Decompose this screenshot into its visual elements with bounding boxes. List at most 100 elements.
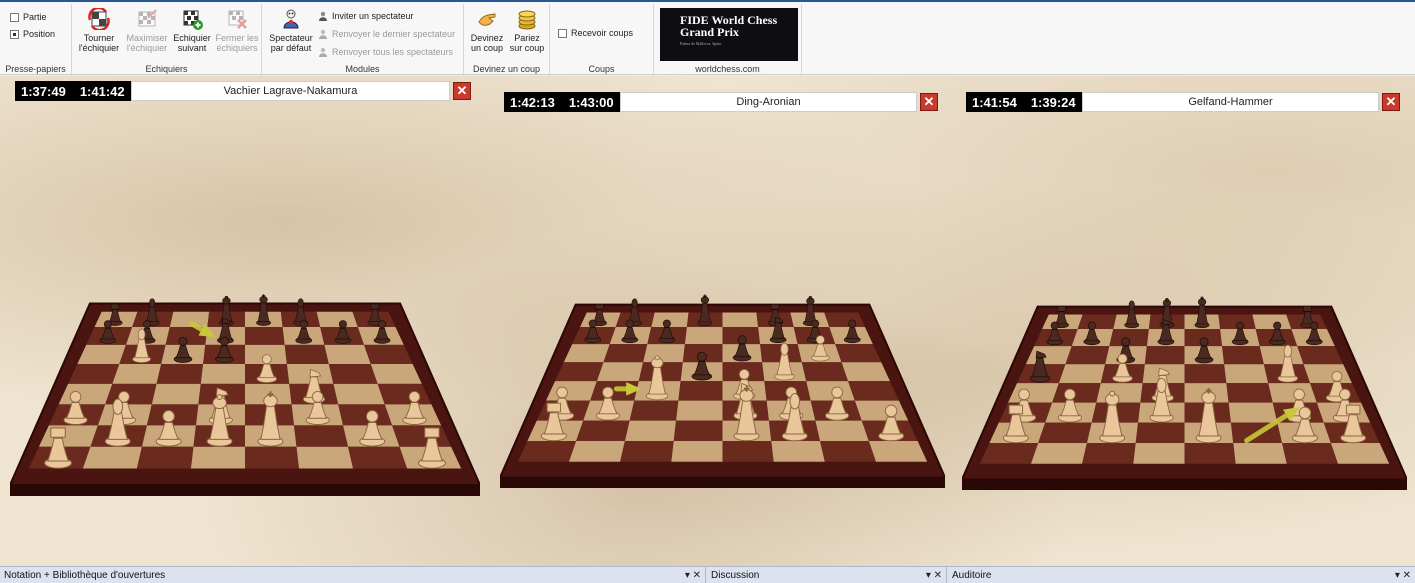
board-square[interactable] bbox=[1144, 346, 1185, 365]
board-1-close-button[interactable]: ✕ bbox=[453, 82, 471, 100]
notation-panel-tab[interactable]: Notation + Bibliothèque d'ouvertures ▾ ✕ bbox=[0, 567, 706, 583]
board-square[interactable] bbox=[105, 383, 157, 405]
board-square[interactable] bbox=[603, 344, 648, 363]
board-square[interactable] bbox=[136, 446, 194, 469]
board-square[interactable] bbox=[392, 425, 452, 447]
board-square[interactable] bbox=[1135, 422, 1185, 444]
board-3-chessboard[interactable] bbox=[962, 228, 1407, 490]
board-square[interactable] bbox=[190, 446, 245, 469]
next-board-button[interactable]: Echiquier suivant bbox=[170, 8, 214, 53]
board-square[interactable] bbox=[1222, 346, 1264, 365]
copy-position-option[interactable]: Position bbox=[10, 29, 55, 39]
board-square[interactable] bbox=[324, 344, 371, 365]
board-square[interactable] bbox=[112, 364, 162, 384]
board-square[interactable] bbox=[1038, 422, 1092, 444]
discussion-panel-tab[interactable]: Discussion ▾ ✕ bbox=[707, 567, 947, 583]
board-square[interactable] bbox=[1330, 443, 1390, 464]
board-square[interactable] bbox=[1096, 383, 1143, 403]
board-square[interactable] bbox=[338, 404, 393, 426]
board-square[interactable] bbox=[316, 311, 358, 328]
close-boards-button[interactable]: Fermer les échiquiers bbox=[214, 8, 260, 53]
board-square[interactable] bbox=[1052, 383, 1101, 403]
discussion-panel-controls[interactable]: ▾ ✕ bbox=[926, 570, 942, 581]
board-square[interactable] bbox=[1268, 383, 1317, 403]
invite-spectator-button[interactable]: Inviter un spectateur bbox=[318, 11, 414, 21]
board-1-chessboard[interactable] bbox=[10, 221, 480, 496]
board-square[interactable] bbox=[722, 312, 759, 328]
board-2-clock: 1:42:13 1:43:00 bbox=[504, 92, 620, 112]
board-square[interactable] bbox=[820, 441, 877, 462]
board-square[interactable] bbox=[629, 400, 679, 421]
board-square[interactable] bbox=[568, 441, 625, 462]
board-square[interactable] bbox=[38, 425, 98, 447]
board-square[interactable] bbox=[1058, 364, 1106, 384]
board-square[interactable] bbox=[1184, 443, 1236, 464]
board-square[interactable] bbox=[868, 441, 928, 462]
send-all-spectators-button[interactable]: Renvoyer tous les spectateurs bbox=[318, 47, 453, 57]
board-square[interactable] bbox=[979, 443, 1039, 464]
board-square[interactable] bbox=[576, 420, 630, 442]
board-square[interactable] bbox=[854, 400, 909, 421]
board-square[interactable] bbox=[1030, 443, 1087, 464]
board-square[interactable] bbox=[517, 441, 577, 462]
board-square[interactable] bbox=[1184, 364, 1227, 384]
copy-game-option[interactable]: Partie bbox=[10, 12, 47, 22]
board-square[interactable] bbox=[596, 362, 644, 382]
guess-move-button[interactable]: Devinez un coup bbox=[467, 8, 507, 53]
board-square[interactable] bbox=[82, 446, 142, 469]
flip-board-button[interactable]: Tourner l'échiquier bbox=[76, 8, 122, 53]
board-2-chessboard[interactable] bbox=[500, 226, 945, 488]
board-square[interactable] bbox=[771, 441, 825, 462]
board-square[interactable] bbox=[1233, 443, 1287, 464]
audience-panel-controls[interactable]: ▾ ✕ bbox=[1395, 570, 1411, 581]
board-square[interactable] bbox=[296, 446, 354, 469]
board-square[interactable] bbox=[284, 344, 329, 365]
game-checkbox[interactable] bbox=[10, 12, 19, 22]
board-square[interactable] bbox=[348, 446, 408, 469]
board-square[interactable] bbox=[815, 420, 869, 442]
board-square[interactable] bbox=[624, 420, 677, 442]
board-square[interactable] bbox=[1259, 346, 1304, 365]
maximize-board-button[interactable]: Maximiser l'échiquier bbox=[124, 8, 170, 53]
board-square[interactable] bbox=[245, 327, 285, 345]
board-square[interactable] bbox=[620, 441, 674, 462]
board-square[interactable] bbox=[722, 441, 774, 462]
fide-grand-prix-banner[interactable]: FIDE World Chess Grand Prix Palma de Mal… bbox=[660, 8, 798, 61]
board-square[interactable] bbox=[333, 383, 385, 405]
notation-panel-controls[interactable]: ▾ ✕ bbox=[685, 570, 701, 581]
board-square[interactable] bbox=[156, 364, 204, 384]
board-square[interactable] bbox=[1082, 443, 1136, 464]
bottom-panels: Notation + Bibliothèque d'ouvertures ▾ ✕… bbox=[0, 566, 1415, 583]
board-square[interactable] bbox=[1077, 314, 1117, 330]
default-spectator-button[interactable]: Spectateur par défaut bbox=[266, 8, 316, 53]
board-square[interactable] bbox=[824, 312, 865, 328]
board-square[interactable] bbox=[1228, 402, 1278, 423]
board-square[interactable] bbox=[806, 381, 855, 401]
board-2-close-button[interactable]: ✕ bbox=[920, 93, 938, 111]
board-square[interactable] bbox=[684, 327, 723, 345]
board-square[interactable] bbox=[151, 383, 201, 405]
board-square[interactable] bbox=[643, 344, 685, 363]
board-square[interactable] bbox=[200, 364, 245, 384]
board-square[interactable] bbox=[801, 362, 849, 382]
board-square[interactable] bbox=[676, 400, 723, 421]
board-square[interactable] bbox=[328, 364, 378, 384]
receive-moves-option[interactable]: Recevoir coups bbox=[558, 28, 633, 38]
board-square[interactable] bbox=[294, 425, 349, 447]
position-checkbox[interactable] bbox=[10, 29, 19, 39]
board-square[interactable] bbox=[1133, 443, 1185, 464]
board-square[interactable] bbox=[673, 420, 723, 442]
board-square[interactable] bbox=[678, 381, 723, 401]
board-square[interactable] bbox=[1282, 443, 1339, 464]
board-3-close-button[interactable]: ✕ bbox=[1382, 93, 1400, 111]
bet-move-button[interactable]: Pariez sur coup bbox=[507, 8, 547, 53]
board-square[interactable] bbox=[1224, 364, 1269, 384]
board-square[interactable] bbox=[245, 446, 300, 469]
audience-panel-tab[interactable]: Auditoire ▾ ✕ bbox=[948, 567, 1415, 583]
receive-moves-checkbox[interactable] bbox=[558, 28, 567, 38]
send-last-spectator-button[interactable]: Renvoyer le dernier spectateur bbox=[318, 29, 455, 39]
board-square[interactable] bbox=[1065, 346, 1110, 365]
board-square[interactable] bbox=[1252, 314, 1292, 330]
board-square[interactable] bbox=[671, 441, 723, 462]
board-square[interactable] bbox=[1226, 383, 1273, 403]
